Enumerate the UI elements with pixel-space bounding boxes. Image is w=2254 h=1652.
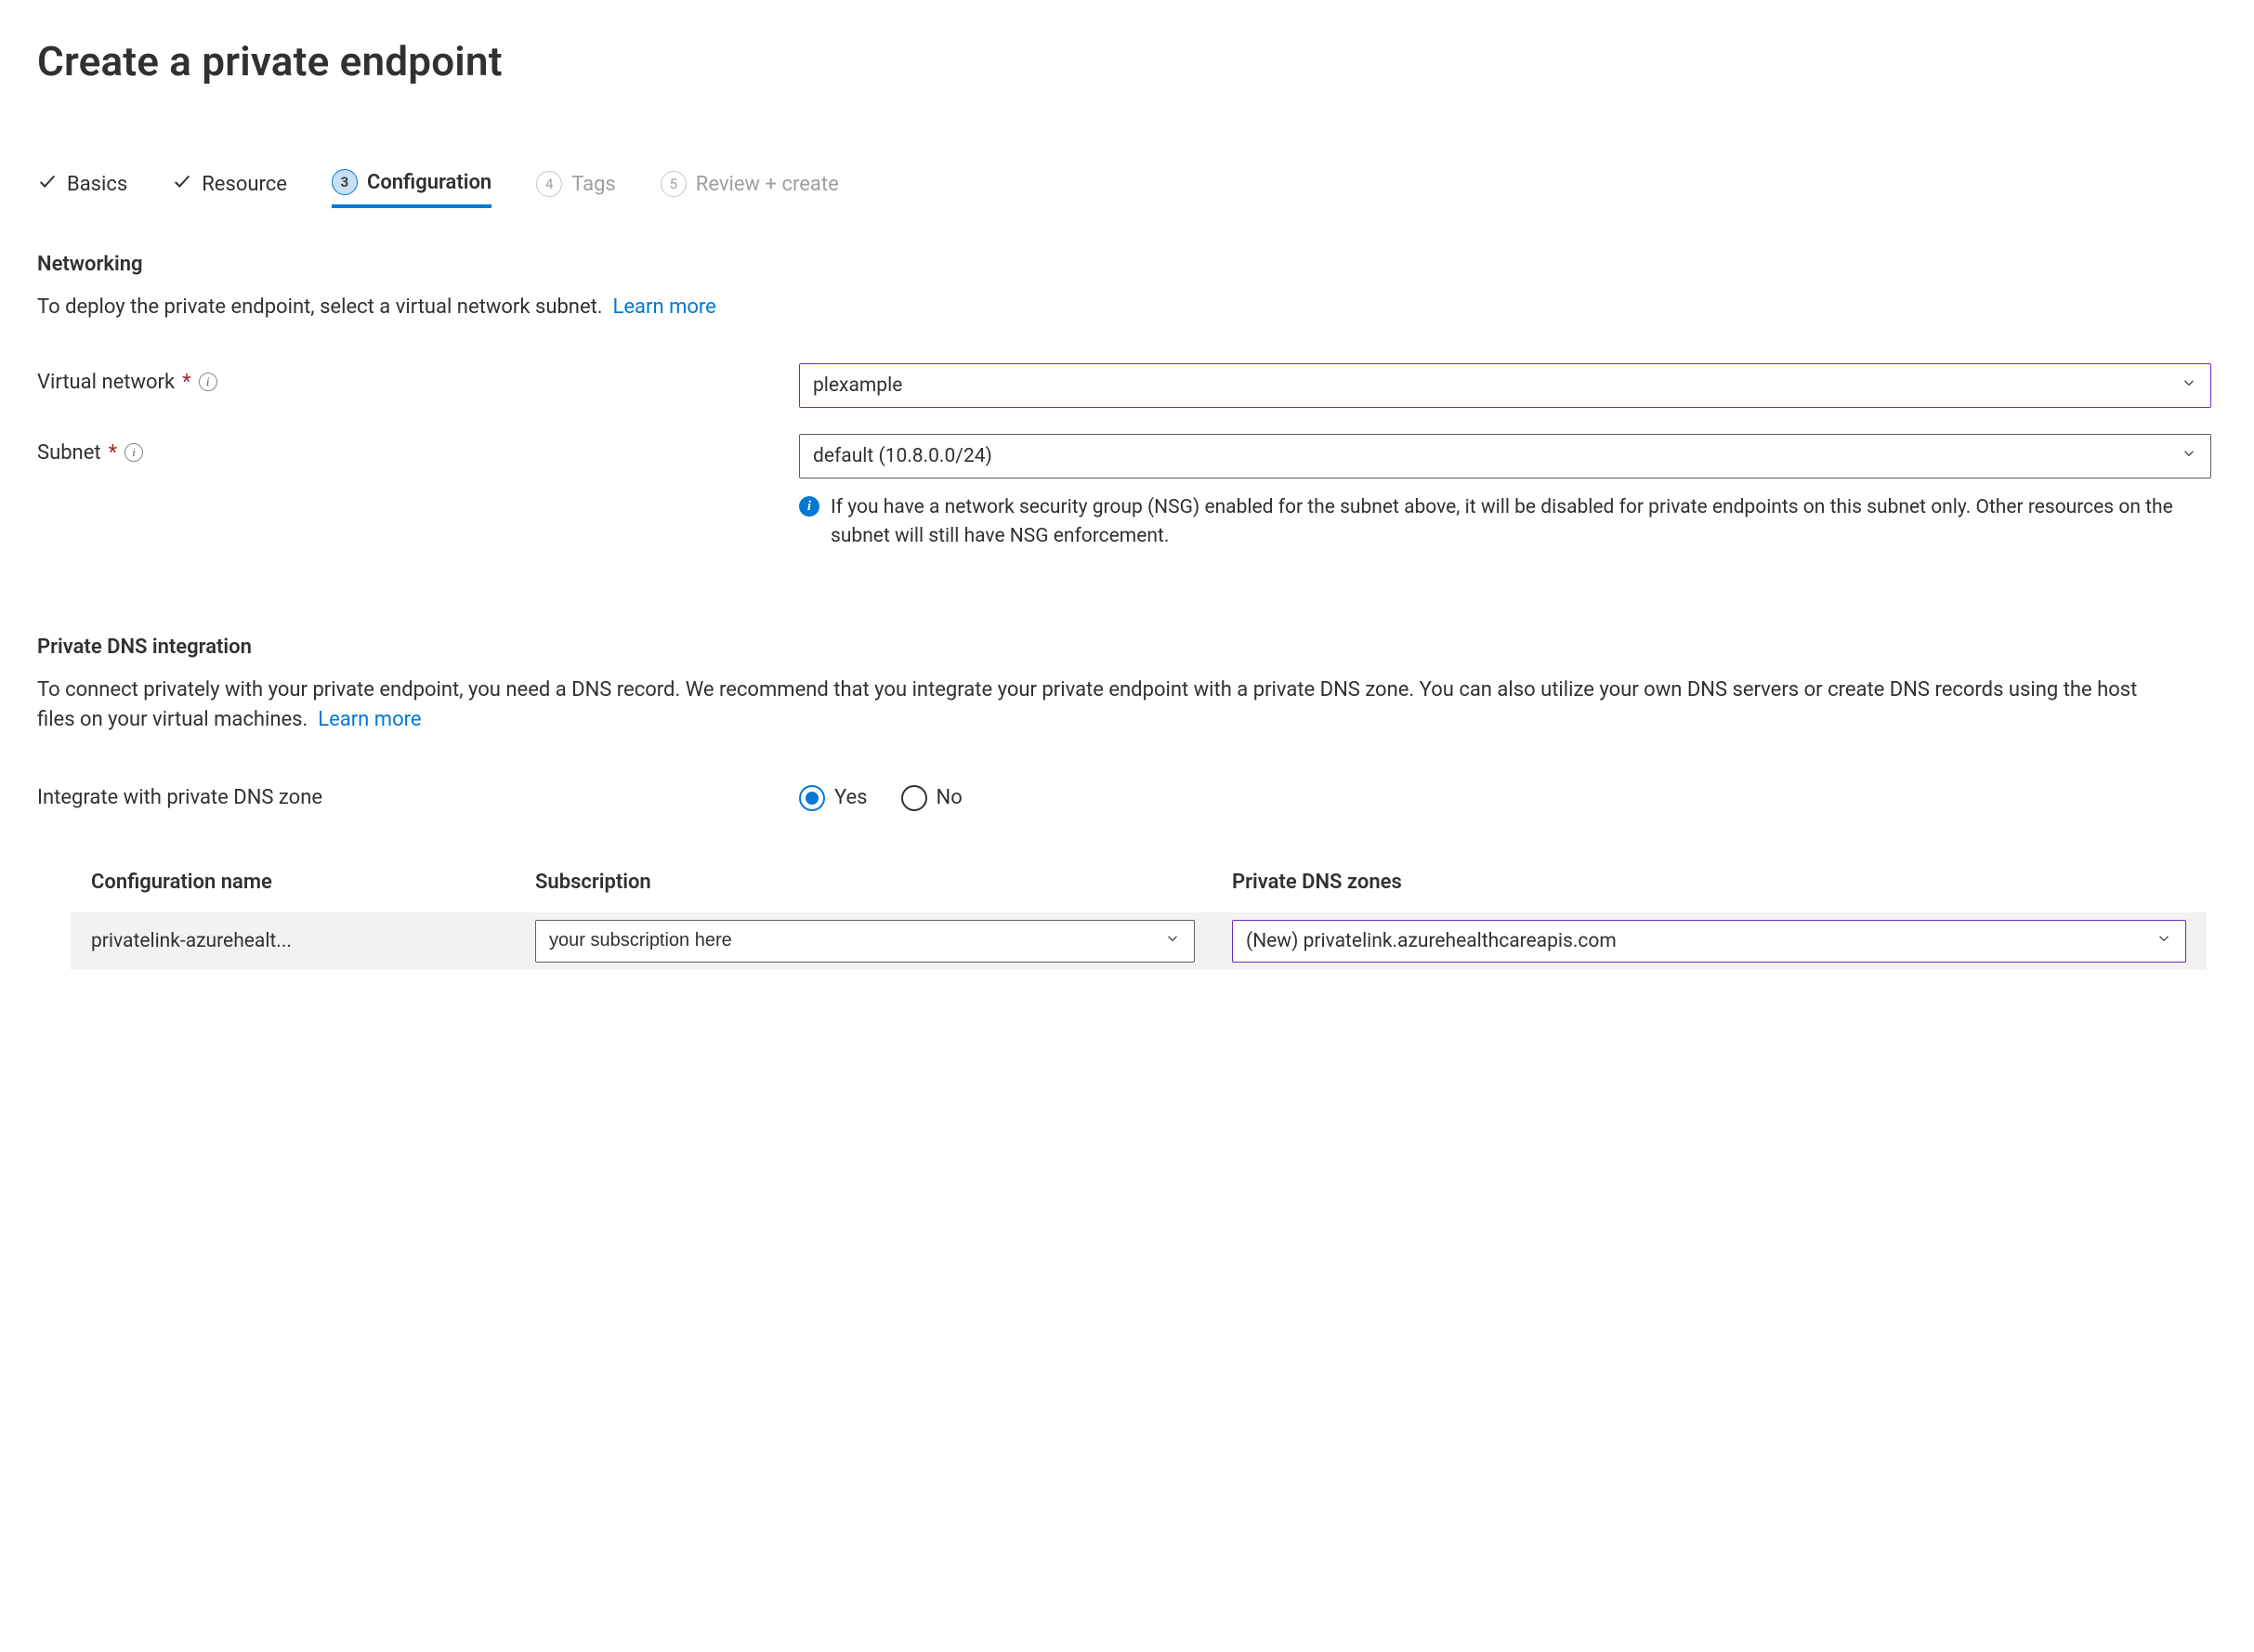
- tab-review-create[interactable]: 5 Review + create: [661, 171, 839, 206]
- tab-label: Review + create: [696, 173, 839, 196]
- integrate-dns-radio-group: Yes No: [799, 785, 963, 811]
- tab-label: Configuration: [367, 171, 491, 194]
- config-name-cell: privatelink-azurehealt...: [71, 930, 535, 952]
- dns-integration-section: Private DNS integration To connect priva…: [37, 636, 2217, 970]
- virtual-network-select[interactable]: plexample: [799, 363, 2211, 408]
- learn-more-link[interactable]: Learn more: [318, 708, 421, 731]
- label-text: Integrate with private DNS zone: [37, 786, 322, 809]
- required-icon: *: [182, 371, 190, 394]
- tab-configuration[interactable]: 3 Configuration: [332, 169, 491, 208]
- tab-tags[interactable]: 4 Tags: [536, 171, 616, 206]
- radio-yes[interactable]: Yes: [799, 785, 868, 811]
- step-number-icon: 4: [536, 171, 562, 197]
- subnet-select[interactable]: default (10.8.0.0/24): [799, 434, 2211, 479]
- chevron-down-icon: [2181, 374, 2197, 397]
- networking-description: To deploy the private endpoint, select a…: [37, 293, 2174, 322]
- tab-basics[interactable]: Basics: [37, 171, 127, 206]
- info-icon[interactable]: i: [124, 443, 143, 462]
- chevron-down-icon: [2156, 930, 2172, 952]
- radio-label: Yes: [834, 786, 868, 809]
- table-row: privatelink-azurehealt... your subscript…: [71, 912, 2207, 970]
- subscription-select[interactable]: your subscription here: [535, 920, 1195, 963]
- tab-label: Resource: [202, 173, 287, 196]
- integrate-dns-row: Integrate with private DNS zone Yes No: [37, 785, 2217, 811]
- check-icon: [37, 171, 58, 197]
- col-header-config: Configuration name: [71, 871, 535, 894]
- private-dns-zone-select[interactable]: (New) privatelink.azurehealthcareapis.co…: [1232, 920, 2186, 963]
- step-number-icon: 3: [332, 169, 358, 195]
- subnet-row: Subnet * i default (10.8.0.0/24) i If yo…: [37, 434, 2217, 552]
- integrate-dns-label: Integrate with private DNS zone: [37, 786, 799, 809]
- required-icon: *: [109, 441, 117, 465]
- chevron-down-icon: [2181, 445, 2197, 467]
- col-header-dns-zones: Private DNS zones: [1232, 871, 2207, 894]
- virtual-network-label: Virtual network * i: [37, 363, 799, 394]
- check-icon: [172, 171, 192, 197]
- col-header-subscription: Subscription: [535, 871, 1232, 894]
- tab-resource[interactable]: Resource: [172, 171, 287, 206]
- section-title-dns: Private DNS integration: [37, 636, 2217, 659]
- learn-more-link[interactable]: Learn more: [613, 295, 716, 319]
- nsg-info-note: i If you have a network security group (…: [799, 493, 2193, 552]
- select-value: plexample: [813, 374, 902, 397]
- dns-description: To connect privately with your private e…: [37, 675, 2174, 735]
- wizard-tabs: Basics Resource 3 Configuration 4 Tags 5…: [37, 169, 2217, 208]
- radio-icon: [799, 785, 825, 811]
- tab-label: Basics: [67, 173, 127, 196]
- tab-label: Tags: [571, 173, 616, 196]
- step-number-icon: 5: [661, 171, 687, 197]
- select-value: your subscription here: [549, 930, 732, 951]
- info-icon[interactable]: i: [199, 373, 217, 391]
- radio-icon: [901, 785, 927, 811]
- label-text: Virtual network: [37, 371, 175, 394]
- note-text: If you have a network security group (NS…: [831, 493, 2193, 552]
- select-value: default (10.8.0.0/24): [813, 445, 992, 467]
- info-icon: i: [799, 496, 819, 517]
- radio-no[interactable]: No: [901, 785, 963, 811]
- subnet-label: Subnet * i: [37, 434, 799, 465]
- label-text: Subnet: [37, 441, 101, 465]
- page-title: Create a private endpoint: [37, 37, 2217, 85]
- radio-label: No: [937, 786, 963, 809]
- table-header: Configuration name Subscription Private …: [71, 861, 2207, 912]
- chevron-down-icon: [1164, 930, 1181, 952]
- section-title-networking: Networking: [37, 253, 2217, 276]
- networking-section: Networking To deploy the private endpoin…: [37, 253, 2217, 552]
- dns-zones-table: Configuration name Subscription Private …: [71, 861, 2207, 970]
- desc-text: To deploy the private endpoint, select a…: [37, 295, 603, 319]
- select-value: (New) privatelink.azurehealthcareapis.co…: [1246, 930, 1617, 952]
- virtual-network-row: Virtual network * i plexample: [37, 363, 2217, 408]
